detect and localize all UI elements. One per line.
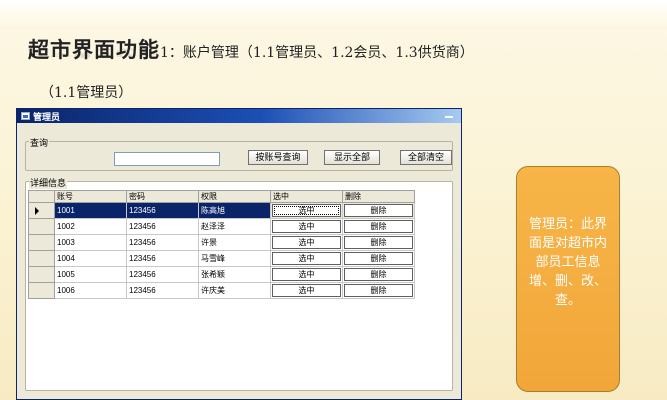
column-header-permission[interactable]: 权限 (198, 190, 271, 203)
clear-all-button[interactable]: 全部清空 (400, 150, 452, 165)
cell-select: 选中 (270, 202, 343, 219)
table-row[interactable]: 1004 123456 马雪峰 选中 删除 (28, 250, 415, 267)
slide-top-band (0, 0, 667, 30)
cell-account[interactable]: 1003 (54, 234, 127, 251)
select-button[interactable]: 选中 (272, 252, 341, 265)
detail-group: 详细信息 账号 密码 权限 选中 删除 1001 123456 陈高旭 选中 删… (25, 176, 453, 391)
table-row[interactable]: 1006 123456 许庆美 选中 删除 (28, 282, 415, 299)
cell-delete: 删除 (342, 266, 415, 283)
cell-account[interactable]: 1006 (54, 282, 127, 299)
row-header[interactable] (28, 218, 55, 235)
cell-permission[interactable]: 许景 (198, 234, 271, 251)
cell-account[interactable]: 1004 (54, 250, 127, 267)
row-header[interactable] (28, 234, 55, 251)
select-button[interactable]: 选中 (272, 268, 341, 281)
cell-account[interactable]: 1005 (54, 266, 127, 283)
cell-select: 选中 (270, 266, 343, 283)
cell-permission[interactable]: 许庆美 (198, 282, 271, 299)
search-by-account-button[interactable]: 按账号查询 (248, 150, 308, 165)
cell-account[interactable]: 1001 (54, 202, 127, 219)
window-title: 管理员 (33, 111, 61, 122)
cell-password[interactable]: 123456 (126, 282, 199, 299)
query-group: 查询 按账号查询 显示全部 全部清空 (25, 136, 453, 171)
delete-button[interactable]: 删除 (344, 220, 413, 233)
table-row[interactable]: 1005 123456 张希颖 选中 删除 (28, 266, 415, 283)
delete-button[interactable]: 删除 (344, 236, 413, 249)
cell-password[interactable]: 123456 (126, 266, 199, 283)
cell-select: 选中 (270, 250, 343, 267)
cell-select: 选中 (270, 234, 343, 251)
cell-permission[interactable]: 马雪峰 (198, 250, 271, 267)
slide-title-sub: 1：账户管理（1.1管理员、1.2会员、1.3供货商） (160, 45, 474, 61)
query-group-label: 查询 (29, 136, 50, 149)
cell-delete: 删除 (342, 282, 415, 299)
minimize-icon[interactable] (445, 113, 453, 118)
grid-header-row: 账号 密码 权限 选中 删除 (28, 190, 415, 203)
slide-subheading: （1.1管理员） (40, 85, 133, 101)
cell-select: 选中 (270, 282, 343, 299)
cell-permission[interactable]: 张希颖 (198, 266, 271, 283)
delete-button[interactable]: 删除 (344, 252, 413, 265)
column-header-account[interactable]: 账号 (54, 190, 127, 203)
column-header-select[interactable]: 选中 (270, 190, 343, 203)
description-callout: 管理员：此界面是对超市内部员工信息增、删、改、查。 (516, 166, 620, 392)
row-header[interactable] (28, 266, 55, 283)
column-header-password[interactable]: 密码 (126, 190, 199, 203)
slide-title-reflection: 超市界面功能 (28, 47, 160, 59)
cell-delete: 删除 (342, 218, 415, 235)
window-titlebar[interactable]: 管理员 (17, 109, 461, 123)
delete-button[interactable]: 删除 (344, 204, 413, 217)
current-row-arrow-icon (35, 207, 39, 215)
row-header[interactable] (28, 202, 55, 219)
select-button[interactable]: 选中 (272, 204, 341, 217)
admin-data-grid: 账号 密码 权限 选中 删除 1001 123456 陈高旭 选中 删除 100… (28, 190, 415, 299)
admin-window: 管理员 查询 按账号查询 显示全部 全部清空 详细信息 账号 密码 权限 选中 … (16, 108, 462, 400)
show-all-button[interactable]: 显示全部 (324, 150, 380, 165)
cell-password[interactable]: 123456 (126, 250, 199, 267)
select-button[interactable]: 选中 (272, 220, 341, 233)
grid-corner (28, 190, 55, 203)
cell-permission[interactable]: 赵泽泽 (198, 218, 271, 235)
select-button[interactable]: 选中 (272, 236, 341, 249)
cell-password[interactable]: 123456 (126, 202, 199, 219)
table-row[interactable]: 1001 123456 陈高旭 选中 删除 (28, 202, 415, 219)
cell-password[interactable]: 123456 (126, 218, 199, 235)
select-button[interactable]: 选中 (272, 284, 341, 297)
cell-permission[interactable]: 陈高旭 (198, 202, 271, 219)
table-row[interactable]: 1002 123456 赵泽泽 选中 删除 (28, 218, 415, 235)
cell-delete: 删除 (342, 234, 415, 251)
cell-select: 选中 (270, 218, 343, 235)
cell-delete: 删除 (342, 202, 415, 219)
cell-delete: 删除 (342, 250, 415, 267)
delete-button[interactable]: 删除 (344, 284, 413, 297)
column-header-delete[interactable]: 删除 (342, 190, 415, 203)
search-input[interactable] (114, 152, 220, 166)
detail-group-label: 详细信息 (29, 176, 68, 189)
app-icon (21, 112, 30, 120)
delete-button[interactable]: 删除 (344, 268, 413, 281)
table-row[interactable]: 1003 123456 许景 选中 删除 (28, 234, 415, 251)
cell-account[interactable]: 1002 (54, 218, 127, 235)
cell-password[interactable]: 123456 (126, 234, 199, 251)
row-header[interactable] (28, 282, 55, 299)
row-header[interactable] (28, 250, 55, 267)
